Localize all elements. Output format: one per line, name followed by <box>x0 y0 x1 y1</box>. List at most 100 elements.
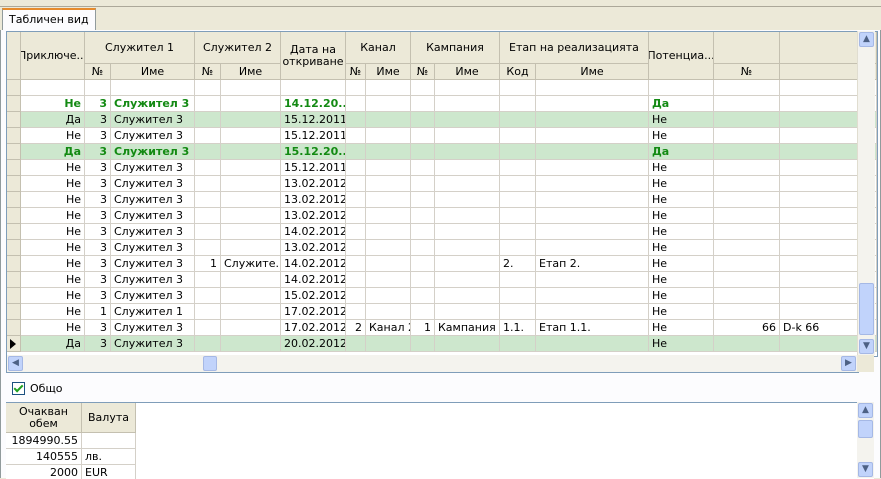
table-cell-e1no[interactable]: 1 <box>85 304 111 320</box>
row-selector[interactable] <box>7 208 21 224</box>
filter-cell-cpno[interactable] <box>411 80 435 96</box>
table-cell-closed[interactable]: Не <box>21 240 85 256</box>
col-ch-name-header[interactable]: Име <box>366 64 411 80</box>
table-cell-pot[interactable]: Не <box>649 272 714 288</box>
table-cell-closed[interactable]: Не <box>21 208 85 224</box>
table-cell-e1name[interactable]: Служител 3 <box>111 112 195 128</box>
table-cell-e1name[interactable]: Служител 3 <box>111 272 195 288</box>
table-cell-cpname[interactable] <box>435 256 500 272</box>
table-cell-closed[interactable]: Не <box>21 288 85 304</box>
table-cell-code[interactable]: 1.1. <box>500 320 536 336</box>
row-selector[interactable] <box>7 256 21 272</box>
table-cell-chno[interactable] <box>346 96 366 112</box>
table-cell-cpno[interactable] <box>411 224 435 240</box>
row-selector[interactable] <box>7 192 21 208</box>
table-cell-e2name[interactable] <box>221 336 281 352</box>
table-cell-chname[interactable] <box>366 304 411 320</box>
table-cell-e1no[interactable]: 3 <box>85 128 111 144</box>
table-cell-num[interactable] <box>714 112 780 128</box>
table-cell-date[interactable]: 17.02.2012 <box>281 320 346 336</box>
table-cell-e2no[interactable] <box>195 176 221 192</box>
row-selector[interactable] <box>7 96 21 112</box>
filter-cell-num[interactable] <box>714 80 780 96</box>
table-cell-chname[interactable] <box>366 288 411 304</box>
table-cell-e2no[interactable] <box>195 320 221 336</box>
table-cell-closed[interactable]: Не <box>21 224 85 240</box>
table-cell-chname[interactable] <box>366 224 411 240</box>
table-cell-code[interactable] <box>500 224 536 240</box>
table-cell-e2name[interactable] <box>221 112 281 128</box>
table-cell-pot[interactable]: Не <box>649 224 714 240</box>
table-cell-num[interactable] <box>714 336 780 352</box>
table-cell-stname[interactable] <box>536 128 649 144</box>
table-cell-date[interactable]: 20.02.2012 <box>281 336 346 352</box>
scroll-thumb-vertical[interactable] <box>859 283 874 335</box>
scroll-up-button[interactable]: ▲ <box>859 32 874 47</box>
table-cell-chno[interactable] <box>346 192 366 208</box>
summary-cell-volume[interactable]: 1894990.55 <box>6 433 82 449</box>
filter-cell-date[interactable] <box>281 80 346 96</box>
filter-cell-chname[interactable] <box>366 80 411 96</box>
table-cell-e1name[interactable]: Служител 3 <box>111 176 195 192</box>
col-ch-no-header[interactable]: № <box>346 64 366 80</box>
table-cell-stname[interactable] <box>536 240 649 256</box>
table-cell-e2no[interactable] <box>195 112 221 128</box>
filter-cell-chno[interactable] <box>346 80 366 96</box>
table-cell-cpname[interactable] <box>435 128 500 144</box>
summary-volume-header[interactable]: Очакван обем <box>6 403 82 433</box>
col-number-header[interactable]: № <box>714 64 780 80</box>
row-selector[interactable] <box>7 272 21 288</box>
table-cell-date[interactable]: 15.12.2011 <box>281 160 346 176</box>
table-cell-e2no[interactable] <box>195 336 221 352</box>
table-cell-num[interactable] <box>714 288 780 304</box>
summary-currency-header[interactable]: Валута <box>82 403 136 433</box>
table-cell-stname[interactable] <box>536 112 649 128</box>
table-cell-cpname[interactable] <box>435 176 500 192</box>
table-cell-num[interactable] <box>714 272 780 288</box>
table-cell-cpname[interactable] <box>435 96 500 112</box>
table-cell-cpname[interactable] <box>435 288 500 304</box>
table-cell-cpno[interactable] <box>411 128 435 144</box>
table-cell-e1no[interactable]: 3 <box>85 224 111 240</box>
table-cell-e2no[interactable] <box>195 96 221 112</box>
table-cell-cpno[interactable] <box>411 160 435 176</box>
table-cell-closed[interactable]: Не <box>21 176 85 192</box>
table-cell-cpname[interactable] <box>435 272 500 288</box>
table-cell-stname[interactable]: Етап 2. <box>536 256 649 272</box>
table-cell-num[interactable] <box>714 192 780 208</box>
table-cell-code[interactable] <box>500 144 536 160</box>
table-cell-e1no[interactable]: 3 <box>85 208 111 224</box>
table-cell-e2no[interactable] <box>195 240 221 256</box>
filter-cell-stname[interactable] <box>536 80 649 96</box>
table-cell-cpno[interactable] <box>411 304 435 320</box>
col-e2-no-header[interactable]: № <box>195 64 221 80</box>
filter-cell-cpname[interactable] <box>435 80 500 96</box>
table-cell-stname[interactable] <box>536 288 649 304</box>
table-cell-date[interactable]: 15.12.2011 <box>281 112 346 128</box>
table-cell-closed[interactable]: Не <box>21 272 85 288</box>
table-cell-chname[interactable]: Канал 2. <box>366 320 411 336</box>
table-cell-num[interactable] <box>714 144 780 160</box>
table-cell-code[interactable] <box>500 272 536 288</box>
col-cp-no-header[interactable]: № <box>411 64 435 80</box>
table-cell-e1no[interactable]: 3 <box>85 176 111 192</box>
table-cell-e2no[interactable] <box>195 288 221 304</box>
table-cell-cpname[interactable]: Кампания 1 <box>435 320 500 336</box>
table-cell-chname[interactable] <box>366 96 411 112</box>
table-cell-e2name[interactable] <box>221 192 281 208</box>
table-cell-cpname[interactable] <box>435 336 500 352</box>
table-cell-code[interactable] <box>500 176 536 192</box>
table-cell-e2name[interactable] <box>221 272 281 288</box>
table-cell-cpno[interactable] <box>411 272 435 288</box>
scroll-thumb-horizontal[interactable] <box>203 356 217 371</box>
table-cell-cpname[interactable] <box>435 192 500 208</box>
table-cell-e1name[interactable]: Служител 1 <box>111 304 195 320</box>
summary-grid[interactable]: Очакван обем Валута 1894990.55 140555 лв. 2… <box>6 402 874 479</box>
row-selector[interactable] <box>7 144 21 160</box>
table-cell-cpname[interactable] <box>435 208 500 224</box>
table-cell-code[interactable] <box>500 208 536 224</box>
col-stage-name-header[interactable]: Име <box>536 64 649 80</box>
table-cell-chname[interactable] <box>366 192 411 208</box>
table-cell-cpno[interactable] <box>411 176 435 192</box>
table-cell-chno[interactable] <box>346 272 366 288</box>
